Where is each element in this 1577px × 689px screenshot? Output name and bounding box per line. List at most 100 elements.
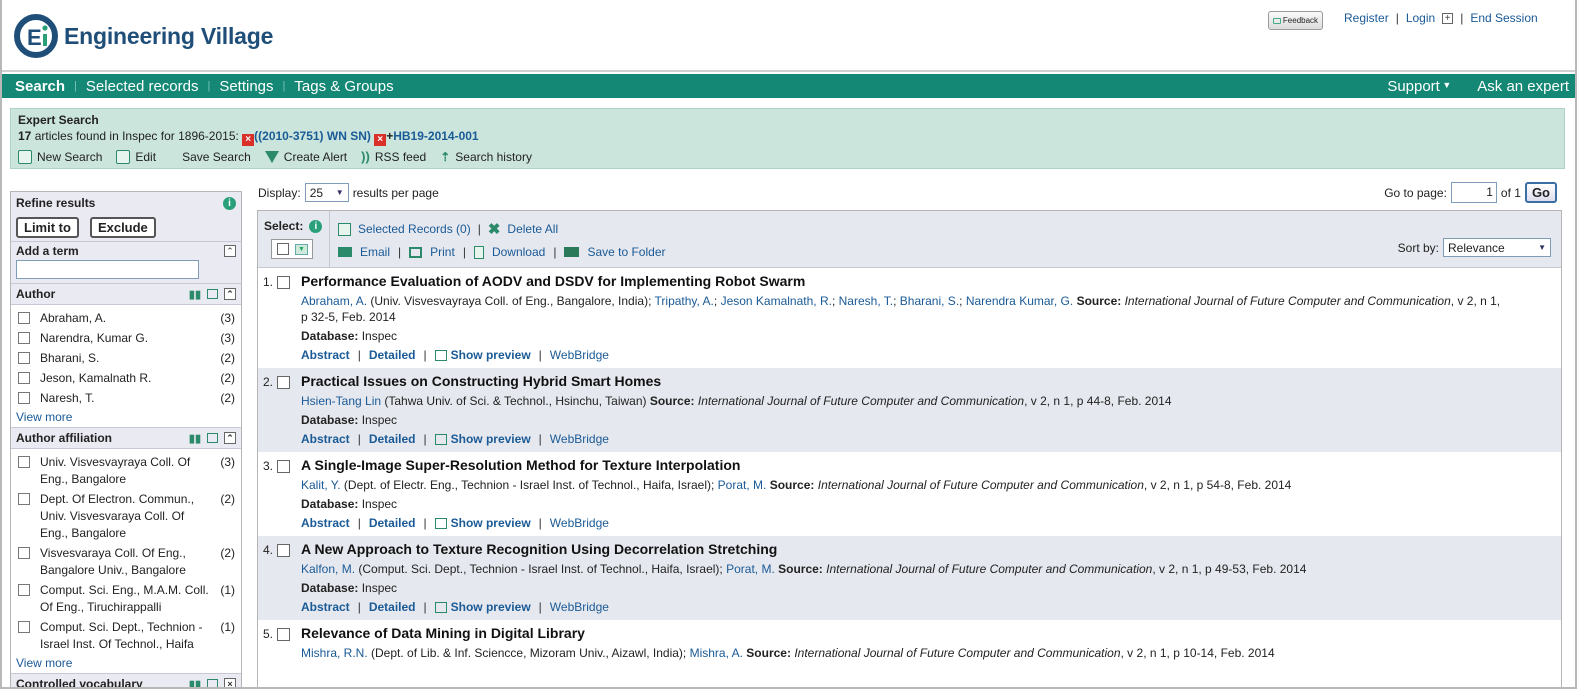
facet-checkbox[interactable] xyxy=(18,392,30,404)
author-link[interactable]: Abraham, A. xyxy=(301,294,367,308)
expand-login-icon[interactable]: + xyxy=(1442,12,1454,24)
export-icon[interactable] xyxy=(207,433,218,443)
selected-records-link[interactable]: Selected Records (0) xyxy=(358,222,471,236)
logo[interactable]: E Engineering Village xyxy=(14,14,273,58)
print-link[interactable]: Print xyxy=(430,245,455,259)
results-per-page-select[interactable]: 25 ▼ xyxy=(304,183,349,202)
facet-checkbox[interactable] xyxy=(18,456,30,468)
facet-item[interactable]: Abraham, A. (3) xyxy=(11,309,241,329)
facet-item[interactable]: Visvesvaraya Coll. Of Eng., Bangalore Un… xyxy=(11,544,241,581)
edit-button[interactable]: Edit xyxy=(116,149,156,164)
bar-chart-icon[interactable]: ▮▮ xyxy=(189,288,201,301)
limit-to-button[interactable]: Limit to xyxy=(16,217,79,238)
add-term-input[interactable] xyxy=(16,260,199,279)
show-preview-link[interactable]: Show preview xyxy=(451,600,531,614)
author-link[interactable]: Tripathy, A. xyxy=(655,294,714,308)
save-search-button[interactable]: Save Search xyxy=(182,150,251,164)
download-link[interactable]: Download xyxy=(492,245,545,259)
show-preview-link[interactable]: Show preview xyxy=(451,516,531,530)
view-more-link[interactable]: View more xyxy=(11,655,241,673)
delete-all-link[interactable]: Delete All xyxy=(507,222,558,236)
info-icon[interactable]: i xyxy=(309,219,323,233)
result-title[interactable]: Practical Issues on Constructing Hybrid … xyxy=(301,372,1561,390)
facet-item[interactable]: Comput. Sci. Eng., M.A.M. Coll. Of Eng.,… xyxy=(11,581,241,618)
abstract-link[interactable]: Abstract xyxy=(301,432,350,446)
info-icon[interactable]: i xyxy=(223,196,236,210)
facet-checkbox[interactable] xyxy=(18,352,30,364)
webbridge-link[interactable]: WebBridge xyxy=(550,348,609,362)
feedback-button[interactable]: Feedback xyxy=(1268,11,1323,30)
result-checkbox[interactable] xyxy=(277,544,290,557)
go-button[interactable]: Go xyxy=(1524,182,1557,203)
exclude-button[interactable]: Exclude xyxy=(89,217,156,238)
create-alert-button[interactable]: Create Alert xyxy=(264,150,347,164)
author-link[interactable]: Mishra, A. xyxy=(690,646,743,660)
author-link[interactable]: Mishra, R.N. xyxy=(301,646,368,660)
facet-item[interactable]: Bharani, S. (2) xyxy=(11,349,241,369)
author-link[interactable]: Naresh, T. xyxy=(839,294,893,308)
remove-query-icon[interactable]: × xyxy=(242,134,255,146)
query-term-2[interactable]: HB19-2014-001 xyxy=(393,129,478,143)
nav-selected-records[interactable]: Selected records xyxy=(77,78,208,95)
nav-ask-expert[interactable]: Ask an expert xyxy=(1477,78,1569,95)
abstract-link[interactable]: Abstract xyxy=(301,348,350,362)
page-input[interactable]: 1 xyxy=(1450,182,1497,203)
sort-select[interactable]: Relevance ▼ xyxy=(1443,238,1551,257)
webbridge-link[interactable]: WebBridge xyxy=(550,516,609,530)
webbridge-link[interactable]: WebBridge xyxy=(550,432,609,446)
facet-item[interactable]: Univ. Visvesvayraya Coll. Of Eng., Banga… xyxy=(11,453,241,490)
result-title[interactable]: A New Approach to Texture Recognition Us… xyxy=(301,540,1561,558)
nav-settings[interactable]: Settings xyxy=(210,78,282,95)
remove-query-icon[interactable]: × xyxy=(374,134,387,146)
author-link[interactable]: Jeson Kamalnath, R. xyxy=(721,294,832,308)
facet-checkbox[interactable] xyxy=(18,312,30,324)
result-checkbox[interactable] xyxy=(277,460,290,473)
collapse-icon[interactable]: ⌃ xyxy=(224,288,236,300)
nav-search[interactable]: Search xyxy=(2,78,74,95)
facet-checkbox[interactable] xyxy=(18,493,30,505)
query-term-1[interactable]: ((2010-3751) WN SN) xyxy=(254,129,371,143)
expand-icon[interactable]: × xyxy=(224,678,236,687)
result-checkbox[interactable] xyxy=(277,628,290,641)
detailed-link[interactable]: Detailed xyxy=(369,516,416,530)
search-history-button[interactable]: ⇡ Search history xyxy=(440,150,532,164)
result-title[interactable]: Relevance of Data Mining in Digital Libr… xyxy=(301,624,1561,642)
author-link[interactable]: Porat, M. xyxy=(718,478,767,492)
result-title[interactable]: Performance Evaluation of AODV and DSDV … xyxy=(301,272,1561,290)
facet-item[interactable]: Dept. Of Electron. Commun., Univ. Visves… xyxy=(11,490,241,544)
author-link[interactable]: Bharani, S. xyxy=(900,294,959,308)
abstract-link[interactable]: Abstract xyxy=(301,600,350,614)
select-all-dropdown[interactable]: ▼ xyxy=(271,239,313,259)
facet-item[interactable]: Comput. Sci. Dept., Technion - Israel In… xyxy=(11,618,241,655)
facet-checkbox[interactable] xyxy=(18,372,30,384)
save-to-folder-link[interactable]: Save to Folder xyxy=(587,245,665,259)
view-more-link[interactable]: View more xyxy=(11,409,241,427)
detailed-link[interactable]: Detailed xyxy=(369,600,416,614)
register-link[interactable]: Register xyxy=(1344,11,1389,25)
facet-checkbox[interactable] xyxy=(18,547,30,559)
facet-item[interactable]: Naresh, T. (2) xyxy=(11,389,241,409)
nav-support[interactable]: Support ▼ xyxy=(1387,78,1451,95)
abstract-link[interactable]: Abstract xyxy=(301,516,350,530)
webbridge-link[interactable]: WebBridge xyxy=(550,600,609,614)
bar-chart-icon[interactable]: ▮▮ xyxy=(189,432,201,445)
result-checkbox[interactable] xyxy=(277,276,290,289)
author-link[interactable]: Kalit, Y. xyxy=(301,478,341,492)
facet-checkbox[interactable] xyxy=(18,332,30,344)
detailed-link[interactable]: Detailed xyxy=(369,348,416,362)
export-icon[interactable] xyxy=(207,289,218,299)
author-link[interactable]: Porat, M. xyxy=(726,562,775,576)
show-preview-link[interactable]: Show preview xyxy=(451,432,531,446)
bar-chart-icon[interactable]: ▮▮ xyxy=(189,678,201,688)
result-title[interactable]: A Single-Image Super-Resolution Method f… xyxy=(301,456,1561,474)
select-all-checkbox[interactable] xyxy=(277,243,289,255)
show-preview-link[interactable]: Show preview xyxy=(451,348,531,362)
facet-item[interactable]: Narendra, Kumar G. (3) xyxy=(11,329,241,349)
login-link[interactable]: Login xyxy=(1406,11,1435,25)
collapse-icon[interactable]: ⌃ xyxy=(224,432,236,444)
export-icon[interactable] xyxy=(207,679,218,687)
facet-checkbox[interactable] xyxy=(18,621,30,633)
author-link[interactable]: Narendra Kumar, G. xyxy=(966,294,1073,308)
new-search-button[interactable]: New Search xyxy=(18,149,102,164)
result-checkbox[interactable] xyxy=(277,376,290,389)
